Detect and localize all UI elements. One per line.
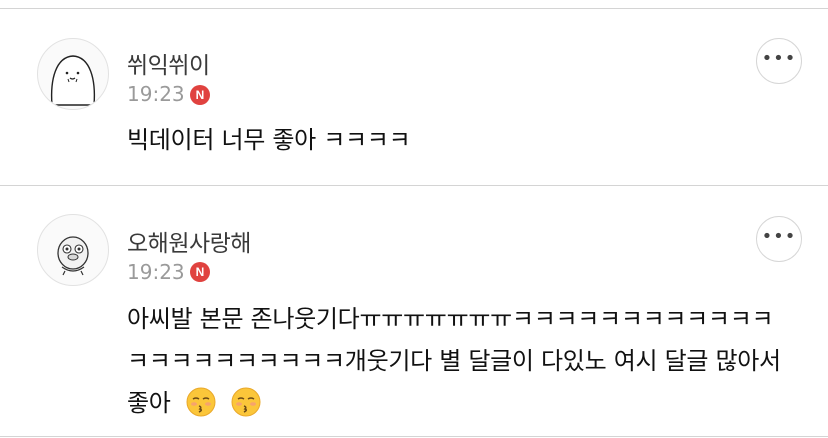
more-options-button[interactable]: ••• <box>756 38 802 84</box>
comment-text-body: 아씨발 본문 존나웃기다ㅠㅠㅠㅠㅠㅠㅠㅋㅋㅋㅋㅋㅋㅋㅋㅋㅋㅋㅋㅋㅋㅋㅋㅋㅋㅋㅋㅋ… <box>127 305 781 417</box>
timestamp: 19:23 <box>127 260 185 284</box>
kissing-face-emoji-icon <box>231 387 261 417</box>
comment-item: 쒸익쒸이 19:23 N ••• 빅데이터 너무 좋아 ㅋㅋㅋㅋ <box>0 0 828 185</box>
timestamp: 19:23 <box>127 82 185 106</box>
username[interactable]: 쒸익쒸이 <box>127 46 210 80</box>
comment-item: 오해원사랑해 19:23 N ••• 아씨발 본문 존나웃기다ㅠㅠㅠㅠㅠㅠㅠㅋㅋ… <box>0 186 828 436</box>
avatar[interactable] <box>37 38 109 110</box>
avatar[interactable] <box>37 214 109 286</box>
new-badge: N <box>190 85 210 105</box>
bottom-divider <box>0 436 828 437</box>
kissing-face-emoji-icon <box>186 387 216 417</box>
more-options-button[interactable]: ••• <box>756 216 802 262</box>
new-badge: N <box>190 262 210 282</box>
comment-text: 아씨발 본문 존나웃기다ㅠㅠㅠㅠㅠㅠㅠㅋㅋㅋㅋㅋㅋㅋㅋㅋㅋㅋㅋㅋㅋㅋㅋㅋㅋㅋㅋㅋ… <box>127 298 787 424</box>
username[interactable]: 오해원사랑해 <box>127 224 251 258</box>
duck-character-icon <box>57 236 89 276</box>
blob-character-icon <box>50 55 96 106</box>
comment-text: 빅데이터 너무 좋아 ㅋㅋㅋㅋ <box>127 126 411 154</box>
